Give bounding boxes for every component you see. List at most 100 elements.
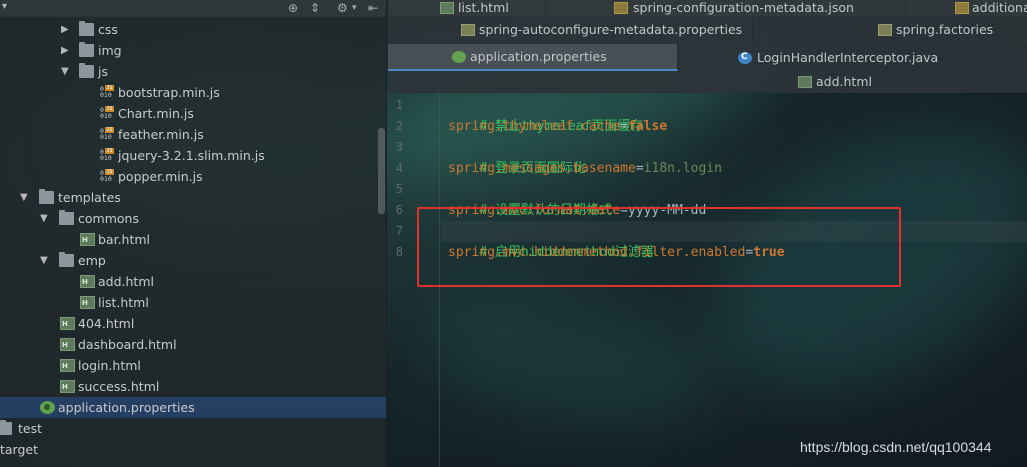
project-toolbar: ▾ ⊕ ⇕ ⚙ ▾ ⇤	[0, 0, 386, 17]
folder-icon	[59, 210, 74, 225]
folder-icon	[59, 252, 74, 267]
tab-spring-configuration-metadata[interactable]: spring-configuration-metadata.json	[612, 0, 906, 16]
tab-label: add.html	[816, 74, 872, 89]
tab-additional[interactable]: additiona	[955, 0, 1027, 16]
tree-item-test[interactable]: test	[0, 418, 386, 439]
line-number: 3	[395, 140, 403, 154]
properties-file-icon	[461, 24, 475, 36]
line-number: 4	[395, 161, 403, 175]
json-file-icon	[955, 2, 969, 14]
html-file-icon	[440, 2, 454, 14]
hide-panel-icon[interactable]: ⇤	[368, 0, 378, 16]
collapse-arrow-icon[interactable]: ▼	[40, 208, 52, 229]
line-number: 2	[395, 119, 403, 133]
chevron-down-icon[interactable]: ▾	[352, 0, 357, 16]
spring-leaf-icon	[452, 50, 466, 63]
vertical-scrollbar[interactable]	[378, 128, 385, 214]
tab-row: spring-autoconfigure-metadata.properties…	[388, 17, 1027, 44]
html-file-icon	[80, 275, 95, 288]
tree-item-label: emp	[78, 253, 106, 268]
tree-item-feather-js[interactable]: JS 0 010 feather.min.js	[0, 124, 386, 145]
tab-row: application.properties LoginHandlerInter…	[388, 44, 1027, 72]
folder-icon	[39, 189, 54, 204]
view-dropdown-icon[interactable]: ▾	[2, 1, 7, 12]
html-file-icon	[80, 296, 95, 309]
tree-item-chart-js[interactable]: JS 0 010 Chart.min.js	[0, 103, 386, 124]
code-line-1: # 禁止thymeleaf页面缓存	[448, 95, 643, 134]
expand-arrow-icon[interactable]: ▶	[61, 19, 73, 40]
folder-icon	[0, 420, 12, 435]
tab-row: list.html spring-configuration-metadata.…	[388, 0, 1027, 17]
collapse-arrow-icon[interactable]: ▼	[20, 187, 32, 208]
tree-item-bar-html[interactable]: bar.html	[0, 229, 386, 250]
watermark-text: https://blog.csdn.net/qq100344	[800, 439, 992, 455]
tree-item-label: application.properties	[58, 400, 195, 415]
tree-item-css[interactable]: ▶ css	[0, 19, 386, 40]
code-line-4: spring.messages.basename=i18n.login	[448, 158, 722, 179]
tree-item-label: Chart.min.js	[118, 106, 194, 121]
collapse-all-icon[interactable]: ⇕	[310, 0, 320, 16]
code-line-2: spring.thymeleaf.cache=false	[448, 116, 667, 137]
js-file-icon: JS 0 010	[100, 106, 114, 120]
tab-add-html[interactable]: add.html	[798, 72, 1027, 92]
line-number: 5	[395, 182, 403, 196]
tree-item-dashboard-html[interactable]: dashboard.html	[0, 334, 386, 355]
code-line-3: # 登录页面国际化	[448, 137, 586, 176]
html-file-icon	[60, 338, 75, 351]
tab-login-handler-interceptor[interactable]: LoginHandlerInterceptor.java	[678, 44, 1027, 71]
tree-item-emp[interactable]: ▼ emp	[0, 250, 386, 271]
tree-item-label: login.html	[78, 358, 141, 373]
tab-row: add.html	[388, 72, 1027, 93]
tree-item-label: bar.html	[98, 232, 151, 247]
tree-item-commons[interactable]: ▼ commons	[0, 208, 386, 229]
js-file-icon: JS 0 010	[100, 169, 114, 183]
html-file-icon	[60, 380, 75, 393]
tab-application-properties[interactable]: application.properties	[388, 44, 678, 71]
tab-list-html[interactable]: list.html	[418, 0, 546, 16]
line-number: 8	[395, 245, 403, 259]
tree-item-label: test	[18, 421, 43, 436]
collapse-arrow-icon[interactable]: ▼	[61, 61, 73, 82]
expand-arrow-icon[interactable]: ▶	[61, 40, 73, 61]
line-number: 6	[395, 203, 403, 217]
tree-item-label: css	[98, 22, 118, 37]
tree-item-popper-js[interactable]: JS 0 010 popper.min.js	[0, 166, 386, 187]
gear-icon[interactable]: ⚙	[337, 0, 348, 16]
tree-item-label: 404.html	[78, 316, 135, 331]
tree-item-templates[interactable]: ▼ templates	[0, 187, 386, 208]
tree-item-target[interactable]: target	[0, 439, 386, 460]
tree-item-label: dashboard.html	[78, 337, 177, 352]
locate-icon[interactable]: ⊕	[288, 0, 298, 16]
spring-leaf-icon	[40, 401, 55, 414]
property-value: i18n.login	[643, 161, 722, 176]
folder-icon	[79, 21, 94, 36]
tree-item-404-html[interactable]: 404.html	[0, 313, 386, 334]
tab-label: LoginHandlerInterceptor.java	[757, 49, 939, 65]
tree-item-img[interactable]: ▶ img	[0, 40, 386, 61]
tree-item-add-html[interactable]: add.html	[0, 271, 386, 292]
tree-item-success-html[interactable]: success.html	[0, 376, 386, 397]
line-number: 1	[395, 98, 403, 112]
highlight-annotation-box	[417, 207, 901, 287]
collapse-arrow-icon[interactable]: ▼	[40, 250, 52, 271]
tab-label: spring.factories	[896, 22, 994, 37]
folder-icon	[79, 63, 94, 78]
tree-item-list-html[interactable]: list.html	[0, 292, 386, 313]
tree-item-application-properties[interactable]: application.properties	[0, 397, 386, 418]
html-file-icon	[60, 359, 75, 372]
tree-item-label: jquery-3.2.1.slim.min.js	[118, 148, 265, 163]
tab-spring-factories[interactable]: spring.factories	[876, 17, 1027, 43]
tab-spring-autoconfigure-metadata[interactable]: spring-autoconfigure-metadata.properties	[428, 17, 753, 43]
property-key: spring.messages.basename	[448, 161, 636, 176]
line-number: 7	[395, 224, 403, 238]
tree-item-label: target	[0, 442, 39, 457]
tree-item-login-html[interactable]: login.html	[0, 355, 386, 376]
tab-label: list.html	[458, 0, 509, 15]
tree-item-jquery-js[interactable]: JS 0 010 jquery-3.2.1.slim.min.js	[0, 145, 386, 166]
equals-sign: =	[620, 119, 629, 134]
project-panel: ▾ ⊕ ⇕ ⚙ ▾ ⇤ ▶ css ▶ img ▼ js JS 0 010 boot…	[0, 0, 387, 467]
tab-label: additiona	[972, 0, 1027, 15]
tree-item-js[interactable]: ▼ js	[0, 61, 386, 82]
equals-sign: =	[635, 161, 644, 176]
tree-item-bootstrap-js[interactable]: JS 0 010 bootstrap.min.js	[0, 82, 386, 103]
